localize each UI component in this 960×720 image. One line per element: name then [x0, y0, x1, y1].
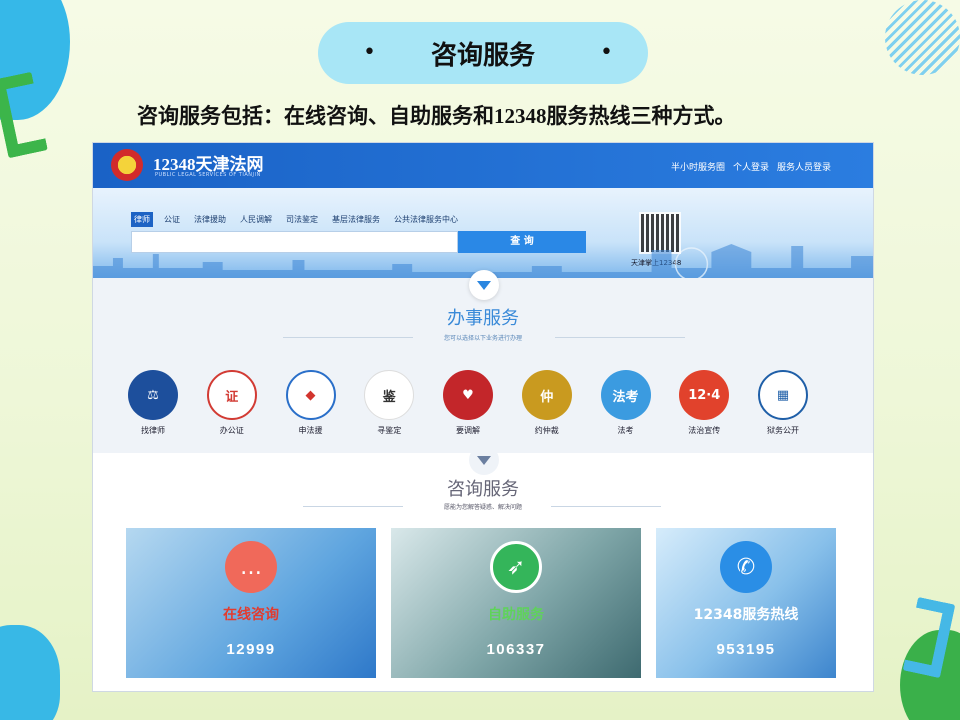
service-notary[interactable]: 证 办公证 — [202, 370, 262, 436]
card-count: 12999 — [226, 641, 276, 658]
office-services-section: 办事服务 您可以选择以下业务进行办理 ⚖ 找律师 证 办公证 ◆ 申法援 鉴 寻… — [93, 270, 873, 453]
tab-notary[interactable]: 公证 — [161, 212, 183, 227]
divider-left — [303, 506, 403, 507]
card-hotline[interactable]: ✆ 12348服务热线 953195 — [656, 528, 836, 678]
service-label: 要调解 — [456, 426, 480, 435]
tab-grassroots[interactable]: 基层法律服务 — [329, 212, 383, 227]
service-label: 办公证 — [219, 426, 244, 435]
service-arbitration[interactable]: 仲 约仲裁 — [517, 370, 577, 436]
site-header: 12348天津法网 PUBLIC LEGAL SERVICES OF TIANJ… — [93, 143, 873, 188]
notary-seal-icon: 证 — [206, 370, 257, 420]
top-links: 半小时服务圈 个人登录 服务人员登录 — [671, 160, 831, 173]
national-emblem-icon — [111, 149, 143, 181]
bullet-right: • — [600, 40, 613, 65]
card-count: 106337 — [486, 641, 546, 658]
card-title: 自助服务 — [488, 607, 544, 623]
heart-icon: ♥ — [443, 370, 493, 420]
expand-toggle[interactable] — [469, 270, 499, 300]
phone-icon: ✆ — [720, 541, 772, 593]
chat-bubble-icon: … — [225, 541, 277, 593]
service-law-exam[interactable]: 法考 法考 — [596, 370, 656, 436]
link-personal-login[interactable]: 个人登录 — [733, 160, 769, 173]
consult-cards: … 在线咨询 12999 ➶ 自助服务 106337 ✆ 12348服务热线 9… — [126, 528, 836, 678]
section-title-office: 办事服务 — [447, 308, 519, 329]
law-exam-icon: 法考 — [600, 370, 651, 420]
card-count: 953195 — [716, 641, 776, 658]
service-label: 约仲裁 — [534, 426, 559, 435]
service-label: 找律师 — [141, 426, 165, 435]
search-banner: 律师 公证 法律援助 人民调解 司法鉴定 基层法律服务 公共法律服务中心 查 询… — [93, 188, 873, 278]
legal-aid-shield-icon: ◆ — [285, 370, 336, 420]
section-title-consult: 咨询服务 — [447, 479, 519, 500]
prison-gate-icon: ▦ — [758, 370, 808, 420]
chevron-down-icon — [477, 455, 491, 465]
tab-forensic[interactable]: 司法鉴定 — [283, 212, 321, 227]
section-subtitle-office: 您可以选择以下业务进行办理 — [443, 335, 522, 342]
tab-service-center[interactable]: 公共法律服务中心 — [391, 212, 461, 227]
scales-icon: ⚖ — [128, 370, 178, 420]
card-title: 在线咨询 — [223, 607, 279, 623]
service-prison-affairs[interactable]: ▦ 狱务公开 — [753, 370, 813, 436]
decorative-stripes-top-right — [885, 0, 960, 75]
section-divider-toggle[interactable] — [469, 445, 499, 475]
tab-lawyer[interactable]: 律师 — [131, 212, 153, 227]
compass-icon: ➶ — [490, 541, 542, 593]
website-screenshot: 12348天津法网 PUBLIC LEGAL SERVICES OF TIANJ… — [92, 142, 874, 692]
chevron-down-icon — [477, 280, 491, 290]
service-label: 申法援 — [298, 426, 323, 435]
card-self-service[interactable]: ➶ 自助服务 106337 — [391, 528, 641, 678]
card-title: 12348服务热线 — [693, 607, 799, 623]
slide-intro-text: 咨询服务包括：在线咨询、自助服务和12348服务热线三种方式。 — [137, 104, 736, 128]
slide-title-banner: • 咨询服务 • — [318, 22, 648, 84]
link-staff-login[interactable]: 服务人员登录 — [777, 160, 831, 173]
service-label: 狱务公开 — [767, 426, 799, 435]
service-legal-aid[interactable]: ◆ 申法援 — [281, 370, 341, 436]
divider-right — [551, 506, 661, 507]
slide-title: 咨询服务 — [430, 39, 535, 70]
section-subtitle-consult: 愿能为您解答疑惑、解决问题 — [443, 504, 522, 511]
service-label: 寻鉴定 — [377, 426, 402, 435]
forensic-seal-icon: 鉴 — [364, 370, 415, 420]
bullet-left: • — [363, 40, 376, 65]
site-name-english: PUBLIC LEGAL SERVICES OF TIANJIN — [155, 172, 261, 178]
divider-right — [555, 337, 685, 338]
service-mediation[interactable]: ♥ 要调解 — [438, 370, 498, 436]
tab-legal-aid[interactable]: 法律援助 — [191, 212, 229, 227]
search-category-tabs: 律师 公证 法律援助 人民调解 司法鉴定 基层法律服务 公共法律服务中心 — [131, 212, 461, 227]
decorative-blob-bottom-left — [0, 625, 60, 720]
consultation-section: 咨询服务 愿能为您解答疑惑、解决问题 … 在线咨询 12999 ➶ 自助服务 1… — [93, 445, 873, 691]
service-forensic[interactable]: 鉴 寻鉴定 — [359, 370, 419, 436]
link-half-hour-service[interactable]: 半小时服务圈 — [671, 160, 725, 173]
service-icons-row: ⚖ 找律师 证 办公证 ◆ 申法援 鉴 寻鉴定 ♥ 要调解 仲 约仲裁 法考 法… — [123, 370, 813, 436]
publicity-flag-icon: 12·4 — [679, 370, 730, 420]
arbitration-badge-icon: 仲 — [521, 370, 572, 420]
divider-left — [283, 337, 413, 338]
service-find-lawyer[interactable]: ⚖ 找律师 — [123, 370, 183, 436]
service-label: 法考 — [617, 426, 634, 435]
service-label: 法治宣传 — [688, 426, 721, 435]
card-online-consult[interactable]: … 在线咨询 12999 — [126, 528, 376, 678]
service-law-publicity[interactable]: 12·4 法治宣传 — [674, 370, 734, 436]
tab-mediation[interactable]: 人民调解 — [237, 212, 275, 227]
